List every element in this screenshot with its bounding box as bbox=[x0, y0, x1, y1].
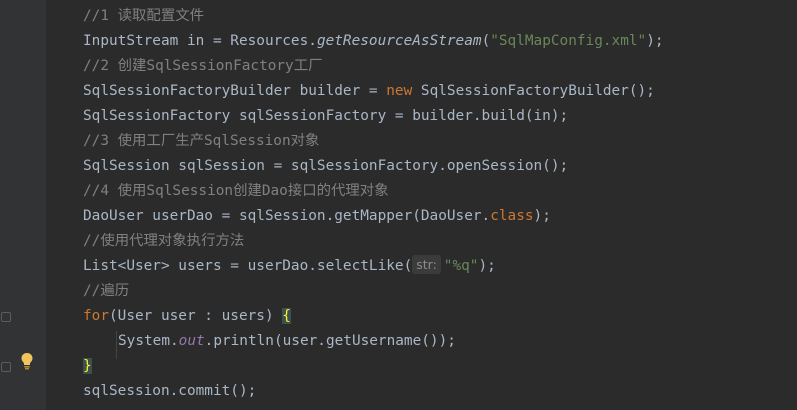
code-line[interactable]: DaoUser userDao = sqlSession.getMapper(D… bbox=[83, 204, 551, 229]
matched-brace: { bbox=[282, 308, 291, 324]
editor-gutter bbox=[0, 0, 46, 410]
fold-marker-icon[interactable] bbox=[1, 312, 11, 322]
code-line-comment[interactable]: //1 读取配置文件 bbox=[83, 4, 204, 29]
code-line[interactable]: InputStream in = Resources.getResourceAs… bbox=[83, 29, 664, 54]
code-line-comment[interactable]: //3 使用工厂生产SqlSession对象 bbox=[83, 129, 319, 154]
matched-brace: } bbox=[83, 358, 92, 374]
indent-guide bbox=[116, 331, 117, 359]
code-line[interactable]: SqlSession sqlSession = sqlSessionFactor… bbox=[83, 154, 568, 179]
lightbulb-icon[interactable] bbox=[20, 352, 34, 370]
code-line[interactable]: for(User user : users) { bbox=[83, 304, 291, 329]
code-line[interactable]: SqlSessionFactoryBuilder builder = new S… bbox=[83, 79, 655, 104]
code-line[interactable]: List<User> users = userDao.selectLike(st… bbox=[83, 254, 496, 279]
code-line[interactable]: sqlSession.commit(); bbox=[83, 379, 256, 404]
code-editor[interactable]: //1 读取配置文件 InputStream in = Resources.ge… bbox=[0, 0, 797, 410]
fold-marker-icon[interactable] bbox=[1, 362, 11, 372]
code-line[interactable]: SqlSessionFactory sqlSessionFactory = bu… bbox=[83, 104, 568, 129]
code-area[interactable]: //1 读取配置文件 InputStream in = Resources.ge… bbox=[46, 0, 797, 410]
code-line-comment[interactable]: //2 创建SqlSessionFactory工厂 bbox=[83, 54, 323, 79]
code-line[interactable]: } bbox=[83, 354, 92, 379]
code-line-comment[interactable]: //使用代理对象执行方法 bbox=[83, 229, 244, 254]
code-line[interactable]: System.out.println(user.getUsername()); bbox=[118, 329, 456, 354]
parameter-hint: str: bbox=[412, 255, 441, 274]
code-line-comment[interactable]: //遍历 bbox=[83, 279, 129, 304]
code-line-comment[interactable]: //4 使用SqlSession创建Dao接口的代理对象 bbox=[83, 179, 389, 204]
